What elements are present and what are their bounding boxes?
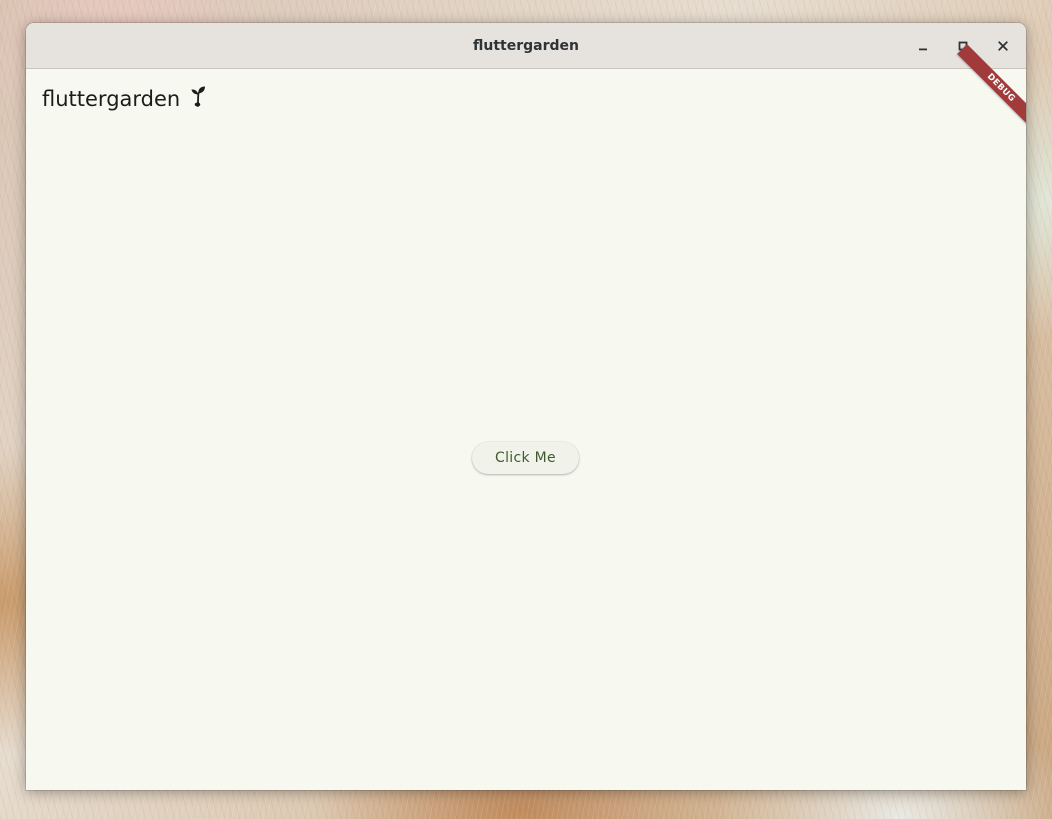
app-title: fluttergarden	[42, 85, 206, 112]
app-content: fluttergarden Click Me DEBUG	[26, 44, 1026, 790]
close-button[interactable]	[988, 31, 1018, 61]
app-window: fluttergarden fluttergarden Click Me DEB…	[26, 23, 1026, 790]
window-title: fluttergarden	[473, 38, 579, 54]
minimize-button[interactable]	[908, 31, 938, 61]
app-title-text: fluttergarden	[42, 86, 181, 111]
sprout-icon	[190, 85, 206, 112]
close-icon	[998, 41, 1008, 51]
minimize-icon	[919, 48, 927, 51]
window-titlebar[interactable]: fluttergarden	[26, 23, 1026, 69]
click-me-button[interactable]: Click Me	[472, 442, 579, 474]
